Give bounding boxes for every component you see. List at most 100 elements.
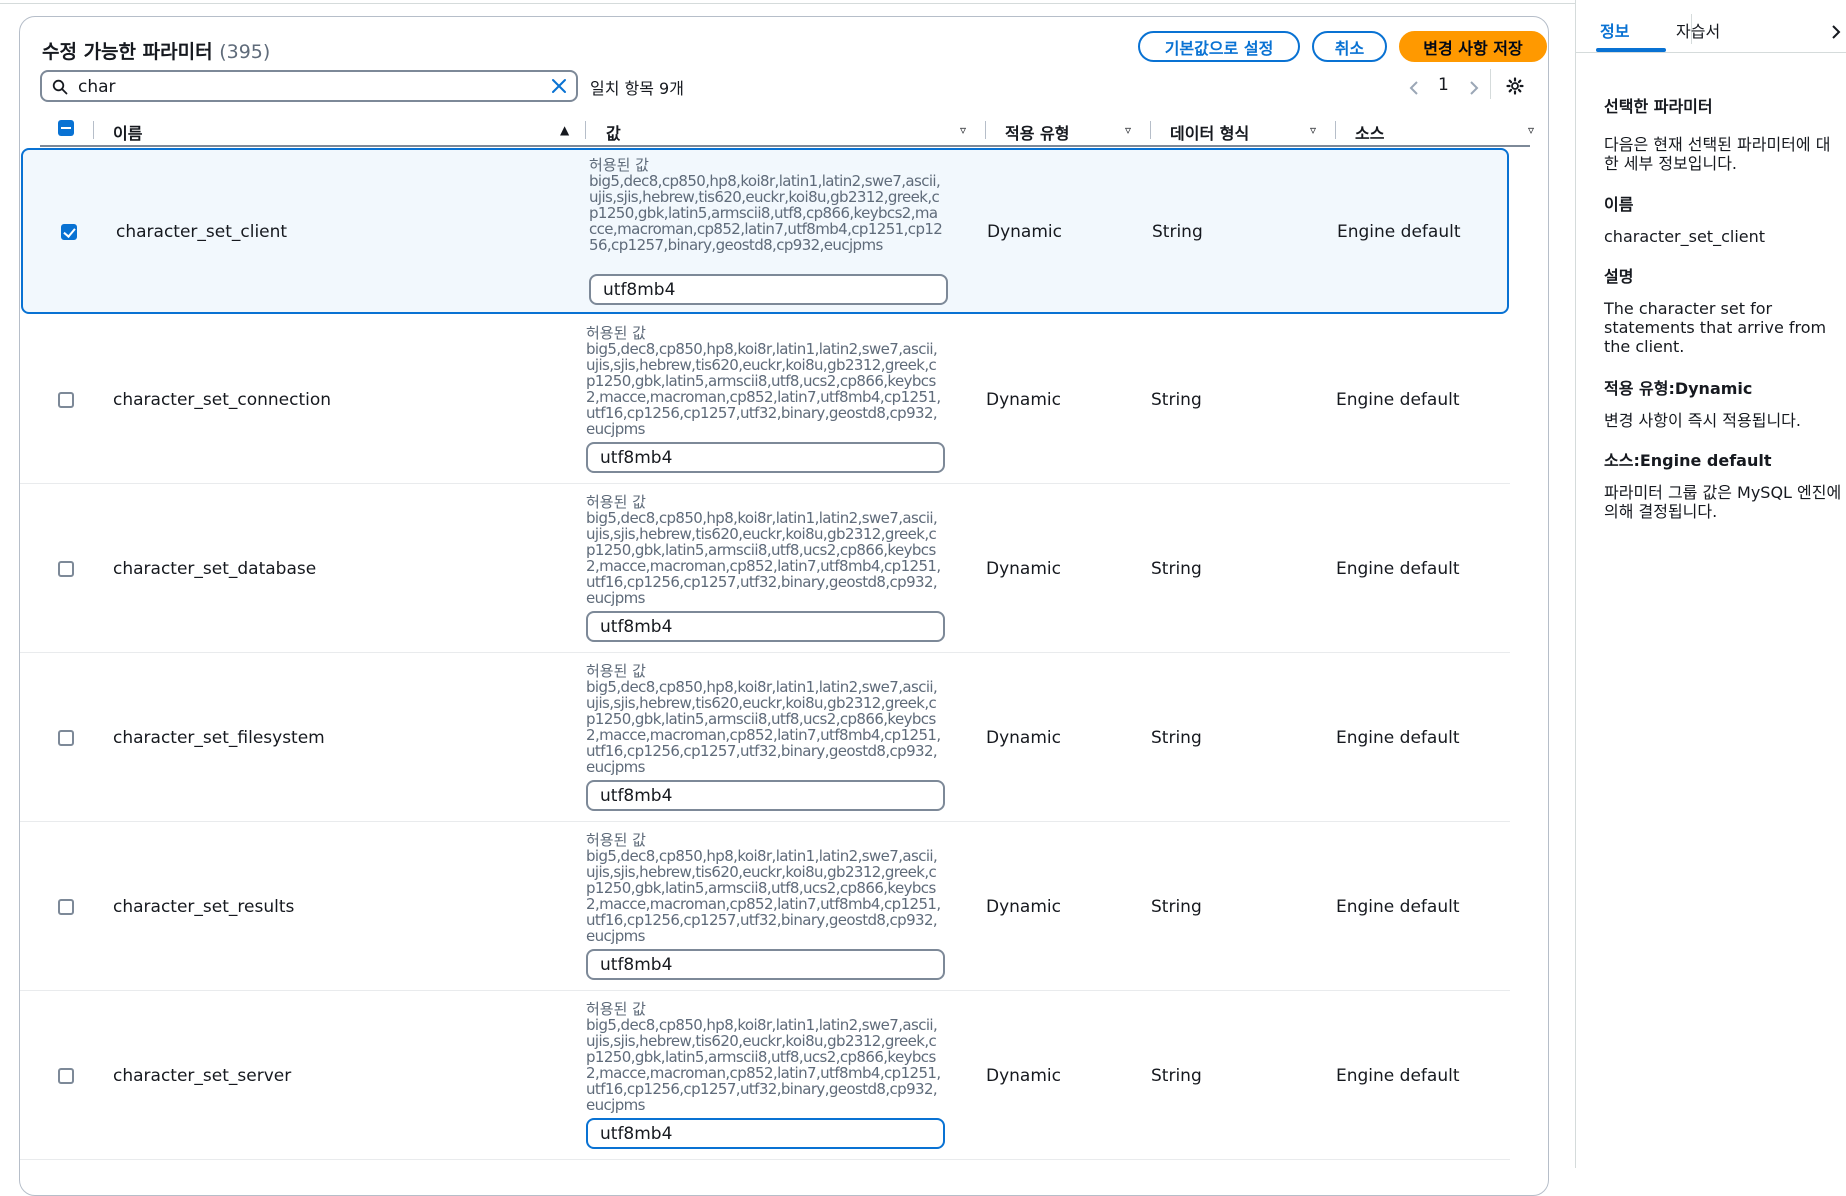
allowed-values: 허용된 값 big5,dec8,cp850,hp8,koi8r,latin1,l…: [586, 1001, 951, 1113]
allowed-values-label: 허용된 값: [586, 493, 646, 511]
source-value: 파라미터 그룹 값은 MySQL 엔진에 의해 결정됩니다.: [1604, 483, 1842, 521]
table-row[interactable]: character_set_database 허용된 값 big5,dec8,c…: [20, 487, 1510, 653]
sort-icon[interactable]: ▿: [960, 123, 966, 137]
parameter-name: character_set_filesystem: [113, 728, 325, 748]
value-input[interactable]: utf8mb4: [586, 611, 945, 642]
sort-ascending-icon[interactable]: ▲: [560, 123, 569, 137]
source: Engine default: [1336, 1066, 1460, 1086]
search-icon: [52, 79, 68, 95]
allowed-values-list: big5,dec8,cp850,hp8,koi8r,latin1,latin2,…: [586, 340, 941, 438]
apply-type: Dynamic: [986, 1066, 1061, 1086]
table-row[interactable]: character_set_results 허용된 값 big5,dec8,cp…: [20, 825, 1510, 991]
data-type: String: [1151, 897, 1202, 917]
help-panel: 정보 자습서 선택한 파라미터 다음은 현재 선택된 파라미터에 대한 세부 정…: [1575, 0, 1846, 1168]
column-divider: [585, 121, 586, 139]
source: Engine default: [1336, 559, 1460, 579]
data-type: String: [1151, 1066, 1202, 1086]
source: Engine default: [1336, 728, 1460, 748]
next-page-icon[interactable]: [1468, 80, 1480, 96]
data-type: String: [1151, 390, 1202, 410]
value-input[interactable]: utf8mb4: [586, 1118, 945, 1149]
data-type: String: [1151, 728, 1202, 748]
table-row[interactable]: character_set_filesystem 허용된 값 big5,dec8…: [20, 656, 1510, 822]
source: Engine default: [1336, 390, 1460, 410]
apply-type: Dynamic: [986, 559, 1061, 579]
apply-type-label: 적용 유형:Dynamic: [1604, 379, 1753, 398]
allowed-values-label: 허용된 값: [586, 831, 646, 849]
select-all-checkbox[interactable]: [58, 120, 74, 136]
reset-default-button[interactable]: 기본값으로 설정: [1138, 31, 1300, 62]
allowed-values-label: 허용된 값: [586, 662, 646, 680]
allowed-values: 허용된 값 big5,dec8,cp850,hp8,koi8r,latin1,l…: [586, 325, 951, 437]
column-divider: [1335, 121, 1336, 139]
top-divider: [0, 0, 1846, 4]
allowed-values: 허용된 값 big5,dec8,cp850,hp8,koi8r,latin1,l…: [586, 832, 951, 944]
source-label: 소스:Engine default: [1604, 451, 1772, 470]
gear-icon[interactable]: [1506, 77, 1524, 95]
description-label: 설명: [1604, 267, 1634, 286]
parameter-name: character_set_results: [113, 897, 295, 917]
value-input[interactable]: utf8mb4: [589, 274, 948, 305]
save-changes-button[interactable]: 변경 사항 저장: [1399, 31, 1547, 62]
table-header: 이름 ▲ 값 ▿ 적용 유형 ▿ 데이터 형식 ▿ 소스 ▿: [40, 113, 1534, 147]
apply-type: Dynamic: [987, 222, 1062, 242]
description-value: The character set for statements that ar…: [1604, 299, 1827, 356]
allowed-values: 허용된 값 big5,dec8,cp850,hp8,koi8r,latin1,l…: [586, 494, 951, 606]
panel-title-text: 수정 가능한 파라미터: [42, 41, 213, 63]
value-input[interactable]: utf8mb4: [586, 949, 945, 980]
parameter-count: (395): [219, 41, 271, 63]
allowed-values-list: big5,dec8,cp850,hp8,koi8r,latin1,latin2,…: [589, 172, 943, 254]
table-row[interactable]: character_set_connection 허용된 값 big5,dec8…: [20, 318, 1510, 484]
name-value: character_set_client: [1604, 227, 1766, 246]
side-heading: 선택한 파라미터: [1604, 97, 1713, 116]
sort-icon[interactable]: ▿: [1528, 123, 1534, 137]
chevron-right-icon[interactable]: [1831, 24, 1841, 40]
allowed-values: 허용된 값 big5,dec8,cp850,hp8,koi8r,latin1,l…: [586, 663, 951, 775]
search-value: char: [78, 77, 116, 97]
row-checkbox[interactable]: [58, 561, 74, 577]
row-checkbox[interactable]: [58, 730, 74, 746]
pager-divider: [1490, 69, 1491, 99]
allowed-values-label: 허용된 값: [586, 324, 646, 342]
tab-info[interactable]: 정보: [1600, 18, 1629, 42]
value-input[interactable]: utf8mb4: [586, 442, 945, 473]
column-divider: [1150, 121, 1151, 139]
table-row[interactable]: character_set_client 허용된 값 big5,dec8,cp8…: [21, 148, 1509, 314]
data-type: String: [1151, 559, 1202, 579]
row-checkbox[interactable]: [58, 1068, 74, 1084]
row-checkbox[interactable]: [58, 899, 74, 915]
row-checkbox[interactable]: [61, 224, 77, 240]
row-checkbox[interactable]: [58, 392, 74, 408]
column-header-source[interactable]: 소스: [1355, 120, 1384, 144]
column-header-apply-type[interactable]: 적용 유형: [1005, 120, 1069, 144]
parameter-name: character_set_client: [116, 222, 288, 242]
apply-type: Dynamic: [986, 897, 1061, 917]
apply-type: Dynamic: [986, 390, 1061, 410]
parameter-name: character_set_server: [113, 1066, 292, 1086]
previous-page-icon[interactable]: [1408, 80, 1420, 96]
parameter-name: character_set_connection: [113, 390, 332, 410]
allowed-values-list: big5,dec8,cp850,hp8,koi8r,latin1,latin2,…: [586, 678, 941, 776]
allowed-values-label: 허용된 값: [589, 156, 649, 174]
parameter-name: character_set_database: [113, 559, 317, 579]
allowed-values-list: big5,dec8,cp850,hp8,koi8r,latin1,latin2,…: [586, 847, 941, 945]
sort-icon[interactable]: ▿: [1125, 123, 1131, 137]
allowed-values-list: big5,dec8,cp850,hp8,koi8r,latin1,latin2,…: [586, 1016, 941, 1114]
tab-tutorial[interactable]: 자습서: [1676, 18, 1720, 42]
cancel-button[interactable]: 취소: [1312, 31, 1387, 62]
column-divider: [985, 121, 986, 139]
column-header-value[interactable]: 값: [606, 120, 621, 144]
clear-search-icon[interactable]: [550, 77, 568, 95]
current-page[interactable]: 1: [1438, 75, 1449, 95]
column-header-data-type[interactable]: 데이터 형식: [1170, 120, 1249, 144]
allowed-values-label: 허용된 값: [586, 1000, 646, 1018]
source: Engine default: [1336, 897, 1460, 917]
search-input[interactable]: char: [40, 70, 578, 102]
allowed-values: 허용된 값 big5,dec8,cp850,hp8,koi8r,latin1,l…: [589, 157, 954, 253]
sort-icon[interactable]: ▿: [1310, 123, 1316, 137]
panel-title: 수정 가능한 파라미터 (395): [42, 37, 270, 64]
table-row[interactable]: character_set_server 허용된 값 big5,dec8,cp8…: [20, 994, 1510, 1160]
value-input[interactable]: utf8mb4: [586, 780, 945, 811]
side-intro: 다음은 현재 선택된 파라미터에 대한 세부 정보입니다.: [1604, 135, 1831, 173]
column-header-name[interactable]: 이름: [113, 120, 142, 144]
